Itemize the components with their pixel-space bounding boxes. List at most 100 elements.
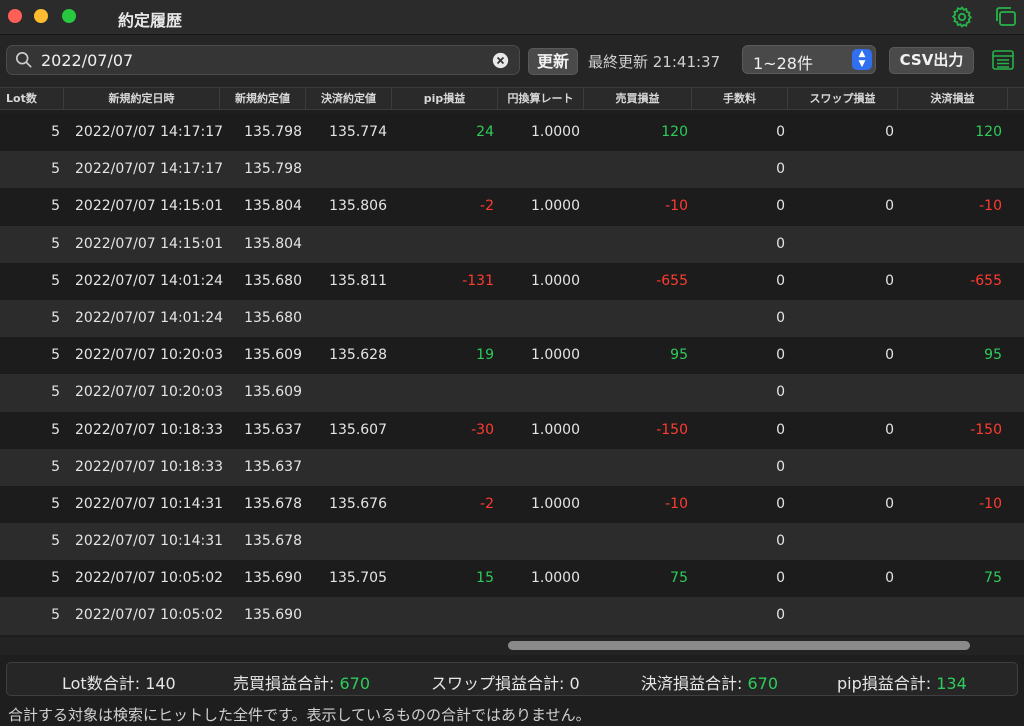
refresh-button[interactable]: 更新	[528, 48, 578, 75]
scrollbar-thumb[interactable]	[508, 641, 970, 650]
cell-fee: 0	[776, 124, 785, 140]
cell-open-price: 135.678	[244, 495, 302, 512]
cell-fee: 0	[776, 309, 785, 326]
column-header-close-price[interactable]: 決済約定値	[306, 88, 392, 109]
cell-close-price: 135.774	[329, 124, 387, 140]
trade-history-table: 5 2022/07/07 14:17:17 135.798 135.774 24 1.00…	[0, 114, 1024, 637]
trade-pl-total-label: 売買損益合計:	[233, 674, 335, 693]
table-row[interactable]: 5 2022/07/07 14:17:17 135.798 135.774 24 1.00…	[0, 114, 1024, 152]
cell-swap-pl: 0	[885, 495, 894, 512]
cell-open-datetime: 2022/07/07 14:17:17	[75, 161, 224, 178]
table-row[interactable]: 5 2022/07/07 10:05:02 135.690 0	[0, 597, 1024, 635]
table-row[interactable]: 5 2022/07/07 10:05:02 135.690 135.705 15 1.00…	[0, 560, 1024, 598]
cell-open-datetime: 2022/07/07 14:01:24	[75, 309, 224, 326]
search-input[interactable]: 2022/07/07	[6, 45, 520, 75]
search-value: 2022/07/07	[41, 51, 134, 70]
cell-trade-pl: -150	[656, 421, 688, 438]
cell-settle-pl	[898, 226, 1002, 263]
cell-open-datetime: 2022/07/07 10:18:33	[75, 421, 224, 438]
column-header-lot[interactable]: Lot数	[0, 88, 64, 109]
cell-open-price: 135.690	[244, 607, 302, 624]
close-window-button[interactable]	[8, 9, 22, 23]
column-header-yen-rate[interactable]: 円換算レート	[498, 88, 584, 109]
cell-pip-pl	[392, 523, 494, 560]
lot-total: Lot数合計: 140	[62, 670, 176, 694]
cell-open-price: 135.690	[244, 570, 302, 587]
cell-lot: 5	[51, 347, 60, 364]
column-header-open-datetime[interactable]: 新規約定日時	[64, 88, 220, 109]
cell-close-price: 135.628	[329, 347, 387, 364]
cell-trade-pl: -10	[665, 198, 688, 215]
column-header-settle-pl[interactable]: 決済損益	[898, 88, 1008, 109]
table-row[interactable]: 5 2022/07/07 14:15:01 135.804 0	[0, 225, 1024, 263]
trade-pl-total: 売買損益合計: 670	[233, 670, 370, 694]
column-header-pip-pl[interactable]: pip損益	[392, 88, 498, 109]
cell-yen-rate	[498, 523, 580, 560]
windows-icon[interactable]	[994, 5, 1018, 29]
cell-yen-rate: 1.0000	[531, 124, 580, 140]
cell-trade-pl	[584, 597, 688, 634]
minimize-window-button[interactable]	[34, 9, 48, 23]
cell-yen-rate: 1.0000	[531, 198, 580, 215]
cell-fee: 0	[776, 272, 785, 289]
cell-close-price	[306, 151, 387, 188]
up-down-chevron-icon[interactable]: ▲ ▼	[852, 49, 872, 70]
column-header-trade-pl[interactable]: 売買損益	[584, 88, 692, 109]
gear-icon[interactable]	[950, 5, 974, 29]
last-updated-text: 最終更新 21:41:37	[588, 53, 721, 71]
cell-trade-pl	[584, 523, 688, 560]
cell-swap-pl: 0	[885, 347, 894, 364]
horizontal-scrollbar[interactable]	[0, 637, 1024, 655]
cell-open-datetime: 2022/07/07 14:01:24	[75, 272, 224, 289]
cell-open-price: 135.609	[244, 384, 302, 401]
cell-swap-pl: 0	[885, 421, 894, 438]
spreadsheet-icon[interactable]	[991, 49, 1015, 71]
column-header-swap-pl[interactable]: スワップ損益	[788, 88, 898, 109]
settle-total: 決済損益合計: 670	[641, 670, 778, 694]
cell-swap-pl	[788, 374, 894, 411]
lot-total-value: 140	[145, 674, 176, 693]
cell-open-datetime: 2022/07/07 10:14:31	[75, 495, 224, 512]
column-header-open-price[interactable]: 新規約定値	[220, 88, 306, 109]
cell-open-price: 135.798	[244, 124, 302, 140]
swap-total-value: 0	[569, 674, 580, 693]
cell-fee: 0	[776, 198, 785, 215]
table-row[interactable]: 5 2022/07/07 14:15:01 135.804 135.806 -2 1.00…	[0, 188, 1024, 226]
table-row[interactable]: 5 2022/07/07 10:14:31 135.678 0	[0, 523, 1024, 561]
cell-pip-pl	[392, 226, 494, 263]
cell-lot: 5	[51, 235, 60, 252]
zoom-window-button[interactable]	[62, 9, 76, 23]
cell-yen-rate: 1.0000	[531, 347, 580, 364]
table-row[interactable]: 5 2022/07/07 14:17:17 135.798 0	[0, 151, 1024, 189]
lot-total-label: Lot数合計:	[62, 674, 141, 693]
column-header-fee[interactable]: 手数料	[692, 88, 788, 109]
table-row[interactable]: 5 2022/07/07 10:14:31 135.678 135.676 -2 1.00…	[0, 485, 1024, 524]
cell-trade-pl	[584, 151, 688, 188]
cell-settle-pl	[898, 523, 1002, 560]
clear-search-icon[interactable]	[492, 52, 509, 69]
table-row[interactable]: 5 2022/07/07 10:20:03 135.609 0	[0, 374, 1024, 412]
table-row[interactable]: 5 2022/07/07 10:20:03 135.609 135.628 19 1.00…	[0, 337, 1024, 375]
cell-yen-rate	[498, 151, 580, 188]
table-row[interactable]: 5 2022/07/07 10:18:33 135.637 0	[0, 448, 1024, 486]
cell-close-price: 135.705	[329, 570, 387, 587]
cell-yen-rate	[498, 597, 580, 634]
cell-swap-pl	[788, 523, 894, 560]
cell-settle-pl: -655	[970, 272, 1002, 289]
cell-fee: 0	[776, 607, 785, 624]
table-row[interactable]: 5 2022/07/07 14:01:24 135.680 135.811 -131 1.…	[0, 262, 1024, 300]
cell-open-price: 135.637	[244, 458, 302, 475]
csv-export-button[interactable]: CSV出力	[889, 47, 974, 74]
summary-note: 合計する対象は検索にヒットした全件です。表示しているものの合計ではありません。	[8, 706, 591, 724]
cell-swap-pl	[788, 151, 894, 188]
cell-lot: 5	[51, 570, 60, 587]
cell-swap-pl	[788, 300, 894, 337]
cell-pip-pl: 15	[476, 570, 494, 587]
range-select[interactable]: 1~28件 ▲ ▼	[742, 45, 876, 74]
cell-lot: 5	[51, 272, 60, 289]
cell-lot: 5	[51, 198, 60, 215]
cell-lot: 5	[51, 124, 60, 140]
table-row[interactable]: 5 2022/07/07 10:18:33 135.637 135.607 -30 1.0…	[0, 411, 1024, 449]
cell-open-price: 135.637	[244, 421, 302, 438]
table-row[interactable]: 5 2022/07/07 14:01:24 135.680 0	[0, 299, 1024, 338]
